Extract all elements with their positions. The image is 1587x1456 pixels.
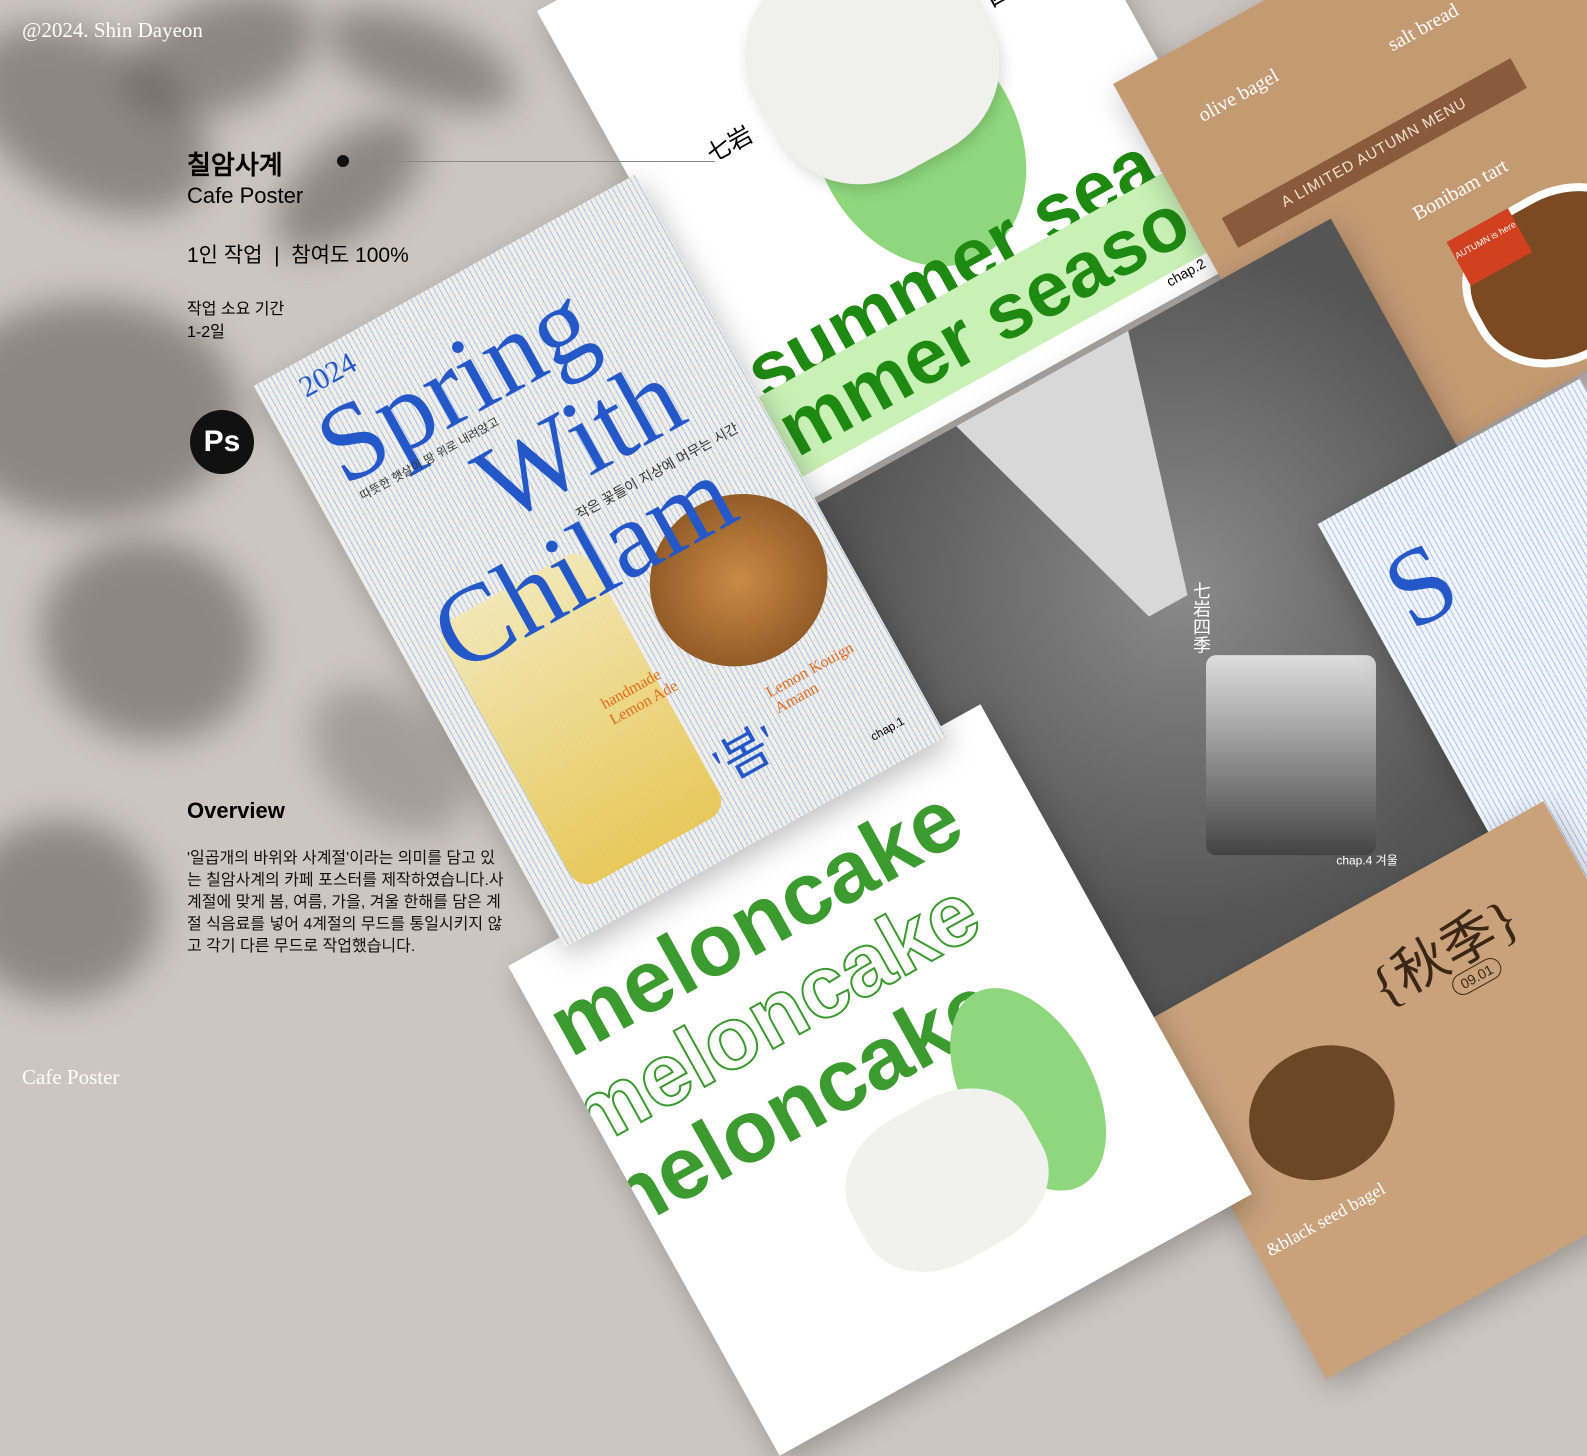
title-divider <box>349 161 715 162</box>
salt-bread-label: salt bread <box>1384 0 1463 56</box>
project-subtitle: Cafe Poster <box>187 183 304 208</box>
olive-bagel-label: olive bagel <box>1194 64 1283 127</box>
hanja-right: 四季 <box>979 0 1038 14</box>
overview-heading: Overview <box>187 798 285 823</box>
project-meta: 1인 작업 | 참여도 100% <box>187 244 409 267</box>
project-title: 칠암사계 <box>187 150 283 180</box>
footer-label: Cafe Poster <box>22 1065 120 1089</box>
autumn-hanja: {秋季} <box>1360 888 1530 1019</box>
bagel-image <box>1224 1019 1419 1206</box>
title-dot <box>337 155 349 167</box>
overview-line: 절 식음료를 넣어 4계절의 무드를 통일시키지 않 <box>187 916 503 933</box>
black-seed-bagel-label: &black seed bagel <box>1262 1178 1389 1261</box>
overview-line: 계절에 맞게 봄, 여름, 가을, 겨울 한해를 담은 계 <box>187 894 501 911</box>
spring-text-fragment: S <box>1364 516 1477 653</box>
duration-value: 1-2일 <box>187 324 225 341</box>
duration-label: 작업 소요 기간 <box>187 301 285 318</box>
overview-line: 고 각기 다른 무드로 작업했습니다. <box>187 938 416 955</box>
copyright: @2024. Shin Dayeon <box>22 18 203 42</box>
overview-line: 는 칠암사계의 카페 포스터를 제작하였습니다.사 <box>187 872 504 889</box>
winter-hanja: 七岩四季 <box>1190 581 1211 654</box>
chap-label: chap.1 <box>868 713 907 744</box>
photoshop-icon: Ps <box>190 410 254 474</box>
chap-label: chap.4 겨울 <box>1336 853 1398 868</box>
drink-glass <box>1205 655 1376 856</box>
overview-line: '일곱개의 바위와 사계절'이라는 의미를 담고 있 <box>187 850 496 867</box>
overview-text: '일곱개의 바위와 사계절'이라는 의미를 담고 있 는 칠암사계의 카페 포스… <box>187 848 504 958</box>
